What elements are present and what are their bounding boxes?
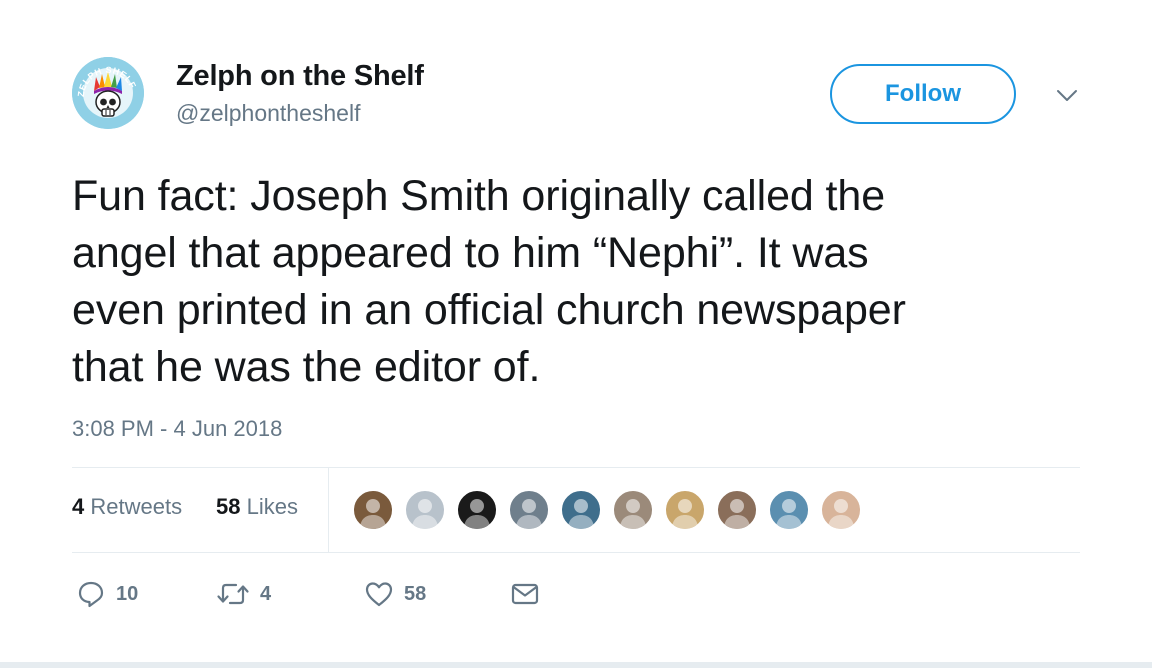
person-icon [672,499,698,529]
person-icon [724,499,750,529]
chevron-down-icon [1057,90,1077,101]
more-options-button[interactable] [1050,82,1084,110]
person-icon [360,499,386,529]
avatar[interactable]: ZELPH SHELF [72,57,144,129]
retweet-button[interactable]: 4 [216,578,271,610]
stats-separator [328,468,329,552]
liker-avatar-4[interactable] [508,489,550,531]
zelph-skull-logo-icon: ZELPH SHELF [72,57,144,129]
tweet-text: Fun fact: Joseph Smith originally called… [72,168,1072,396]
retweets-count: 4 [72,494,85,519]
display-name[interactable]: Zelph on the Shelf [176,60,424,93]
tweet-text-line: even printed in an official church newsp… [72,286,906,334]
divider [72,552,1080,553]
liker-avatar-9[interactable] [768,489,810,531]
divider [72,467,1080,468]
liker-avatar-5[interactable] [560,489,602,531]
page-bottom-border [0,662,1152,668]
person-icon [464,499,490,529]
like-button[interactable]: 58 [364,578,426,610]
reply-icon [78,581,104,608]
person-icon [620,499,646,529]
person-icon [412,499,438,529]
person-icon [828,499,854,529]
person-icon [568,499,594,529]
user-handle[interactable]: @zelphontheshelf [176,100,360,127]
tweet-text-line: Fun fact: Joseph Smith originally called… [72,172,886,220]
retweet-count: 4 [260,582,272,605]
liker-avatar-7[interactable] [664,489,706,531]
retweets-stat[interactable]: 4 Retweets [72,494,182,520]
tweet-timestamp[interactable]: 3:08 PM - 4 Jun 2018 [72,416,282,442]
envelope-icon [511,583,539,605]
retweet-icon [217,583,249,605]
heart-icon [365,582,393,607]
likes-stat[interactable]: 58 Likes [216,494,298,520]
likes-label: Likes [246,494,298,519]
liker-avatar-3[interactable] [456,489,498,531]
tweet-text-line: angel that appeared to him “Nephi”. It w… [72,229,869,277]
tweet-text-line: that he was the editor of. [72,343,541,391]
reply-button[interactable]: 10 [76,578,138,610]
retweets-label: Retweets [90,494,183,519]
follow-button[interactable]: Follow [830,64,1016,124]
liker-avatar-8[interactable] [716,489,758,531]
reply-count: 10 [116,582,139,605]
direct-message-button[interactable] [510,578,540,610]
like-count: 58 [404,582,427,605]
liker-avatar-2[interactable] [404,489,446,531]
liker-avatar-10[interactable] [820,489,862,531]
liker-avatar-1[interactable] [352,489,394,531]
person-icon [516,499,542,529]
person-icon [776,499,802,529]
likes-count: 58 [216,494,241,519]
liker-avatar-6[interactable] [612,489,654,531]
